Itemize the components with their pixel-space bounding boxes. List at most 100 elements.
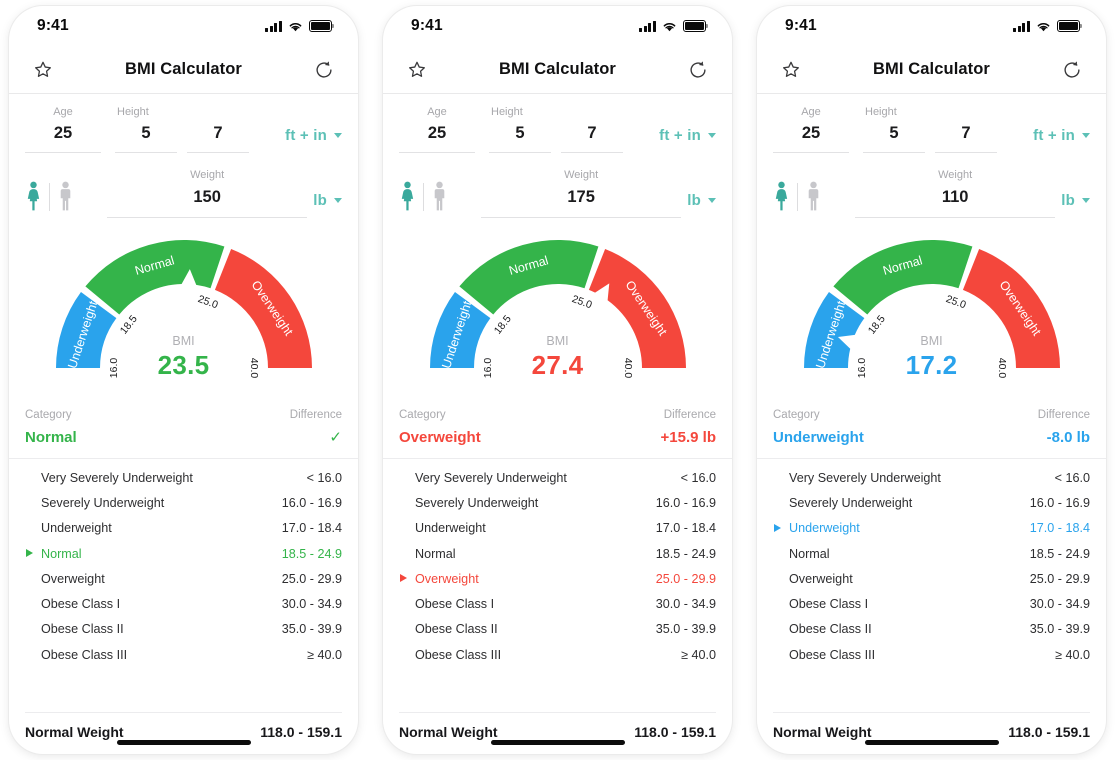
table-row[interactable]: Normal 18.5 - 24.9 [773,541,1090,566]
height-feet-field[interactable]: Height5 [489,104,551,153]
table-row[interactable]: Obese Class I 30.0 - 34.9 [773,591,1090,616]
weight-unit-selector[interactable]: lb [687,192,716,218]
male-gender-icon[interactable] [57,181,74,212]
input-row-secondary: Weight 175 lb [399,167,716,218]
table-row[interactable]: Severely Underweight 16.0 - 16.9 [399,490,716,515]
category-range: 17.0 - 18.4 [655,521,716,536]
height-feet-field[interactable]: Height5 [863,104,925,153]
table-row[interactable]: Obese Class III ≥ 40.0 [773,642,1090,667]
normal-weight-label: Normal Weight [399,724,498,740]
gender-selector[interactable] [25,181,101,218]
gender-selector[interactable] [399,181,475,218]
table-row[interactable]: Underweight 17.0 - 18.4 [399,516,716,541]
height-unit-selector[interactable]: ft + in [659,127,716,153]
table-row[interactable]: Obese Class II 35.0 - 39.9 [399,617,716,642]
category-table: Very Severely Underweight < 16.0 Severely … [757,459,1106,708]
table-row[interactable]: Obese Class I 30.0 - 34.9 [25,591,342,616]
chevron-down-icon [708,198,716,203]
weight-value: 150 [193,188,221,206]
page-title: BMI Calculator [499,60,616,78]
table-row[interactable]: Very Severely Underweight < 16.0 [399,465,716,490]
play-triangle-icon [400,473,407,481]
table-row[interactable]: Very Severely Underweight < 16.0 [25,465,342,490]
weight-unit-selector[interactable]: lb [313,192,342,218]
play-triangle-icon [26,625,33,633]
weight-unit-selector[interactable]: lb [1061,192,1090,218]
table-row[interactable]: Obese Class III ≥ 40.0 [399,642,716,667]
category-range: < 16.0 [1054,470,1090,485]
gauge-tick-label: 25.0 [570,293,593,311]
difference-header: Difference [1037,409,1090,421]
category-name: Obese Class I [41,597,121,612]
height-feet-field[interactable]: Height5 [115,104,177,153]
category-table: Very Severely Underweight < 16.0 Severely … [383,459,732,708]
female-gender-icon[interactable] [399,181,416,212]
star-outline-icon[interactable] [31,58,55,82]
play-triangle-icon [26,549,33,558]
height-inches-field[interactable]: Height7 [187,104,249,153]
table-row[interactable]: Overweight 25.0 - 29.9 [399,566,716,591]
table-row[interactable]: Underweight 17.0 - 18.4 [25,516,342,541]
play-triangle-icon [774,523,781,532]
input-row-secondary: Weight 110 lb [773,167,1090,218]
gender-selector[interactable] [773,181,849,218]
play-triangle-icon [774,574,781,582]
category-name: Obese Class I [789,597,869,612]
table-row[interactable]: Obese Class III ≥ 40.0 [25,642,342,667]
table-row[interactable]: Overweight 25.0 - 29.9 [25,566,342,591]
chevron-down-icon [334,133,342,138]
height-group: HeightHeight5Height7 [863,104,997,153]
table-row[interactable]: Obese Class II 35.0 - 39.9 [773,617,1090,642]
height-unit-selector[interactable]: ft + in [285,127,342,153]
table-row[interactable]: Very Severely Underweight < 16.0 [773,465,1090,490]
category-name: Overweight [41,571,105,586]
status-bar-icons [639,20,709,32]
table-row[interactable]: Severely Underweight 16.0 - 16.9 [25,490,342,515]
table-row[interactable]: Normal 18.5 - 24.9 [399,541,716,566]
age-field[interactable]: Age 25 [25,104,101,153]
age-field[interactable]: Age 25 [399,104,475,153]
category-range: 25.0 - 29.9 [281,571,342,586]
category-summary: Category Difference Overweight +15.9 lb [383,406,732,459]
page-title: BMI Calculator [125,60,242,78]
age-field[interactable]: Age 25 [773,104,849,153]
height-inches-field[interactable]: Height7 [561,104,623,153]
gauge-tick-label: 18.5 [491,313,513,337]
height-feet-value: 5 [889,124,899,142]
play-triangle-icon [26,498,33,506]
home-indicator [490,740,625,745]
battery-icon [309,20,335,32]
weight-field[interactable]: Weight 175 [481,167,682,218]
phone-screen-1: 9:41BMI CalculatorAge25HeightHeight5Heig… [9,6,358,754]
height-inches-value: 7 [961,124,971,142]
star-outline-icon[interactable] [405,58,429,82]
play-triangle-icon [774,498,781,506]
weight-unit-label: lb [313,192,327,209]
gauge-segment-overweight: Overweight [962,248,1060,368]
weight-field[interactable]: Weight 110 [855,167,1056,218]
female-gender-icon[interactable] [25,181,42,212]
height-inches-field[interactable]: Height7 [935,104,997,153]
table-row[interactable]: Overweight 25.0 - 29.9 [773,566,1090,591]
table-row[interactable]: Underweight 17.0 - 18.4 [773,516,1090,541]
male-gender-icon[interactable] [431,181,448,212]
category-summary: Category Difference Underweight -8.0 lb [757,406,1106,459]
table-row[interactable]: Severely Underweight 16.0 - 16.9 [773,490,1090,515]
table-row[interactable]: Obese Class I 30.0 - 34.9 [399,591,716,616]
gauge-tick-label: 40.0 [996,358,1008,379]
difference-value: +15.9 lb [660,429,716,446]
weight-field[interactable]: Weight 150 [107,167,308,218]
height-unit-selector[interactable]: ft + in [1033,127,1090,153]
female-gender-icon[interactable] [773,181,790,212]
table-row[interactable]: Obese Class II 35.0 - 39.9 [25,617,342,642]
refresh-icon[interactable] [1060,58,1084,82]
height-group: HeightHeight5Height7 [489,104,623,153]
refresh-icon[interactable] [686,58,710,82]
table-row[interactable]: Normal 18.5 - 24.9 [25,541,342,566]
male-gender-icon[interactable] [805,181,822,212]
star-outline-icon[interactable] [779,58,803,82]
age-label: Age [427,106,447,118]
category-value: Overweight [399,429,481,446]
status-bar: 9:41 [757,6,1106,46]
refresh-icon[interactable] [312,58,336,82]
